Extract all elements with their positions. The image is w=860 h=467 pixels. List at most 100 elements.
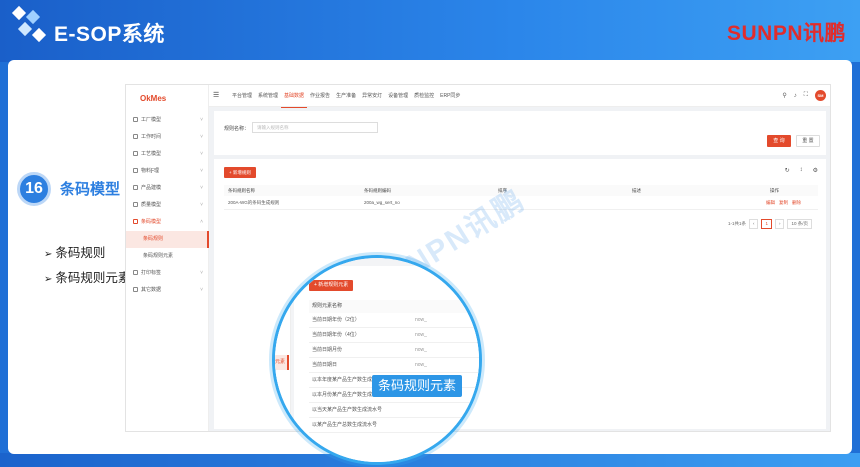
top-nav: ☰ 平台管理 系统管理 基础数据 作业报告 生产准备 异常安灯 设备管理 质检监控 ERP同步 … — [209, 85, 830, 108]
zoom-lens: 元素 + 新增规则元素 规则元素名称 当前日期年份（2位） now_ 当前日期年份（… — [272, 255, 482, 465]
chevron-down-icon: ˅ — [200, 202, 203, 208]
sidebar: OkMes 工厂模型 ˅ 工作时间 ˅ 工艺模型 ˅ 物料Ƒ理 ˅ 产品建模 ˅ 质量模型 ˅ 条码模型… — [126, 85, 209, 431]
chevron-down-icon: ˅ — [200, 185, 203, 191]
fullscreen-icon[interactable]: ⛶ — [804, 92, 808, 99]
copy-link[interactable]: 复制 — [779, 200, 788, 205]
toolbar-icons: ⚲ ♪ ⛶ SM — [782, 90, 826, 101]
bell-icon[interactable]: ♪ — [794, 93, 797, 99]
sidebar-item[interactable]: 质量模型 ˅ — [126, 197, 209, 214]
bullet-item: ➢ 条码规则元素 — [44, 271, 131, 285]
zoom-table-panel: + 新增规则元素 规则元素名称 当前日期年份（2位） now_ 当前日期年份（4位）… — [294, 266, 479, 462]
rule-name-cell: 200A-WG的条码生成规则 — [228, 200, 280, 205]
element-name-cell: 当前日期年份（4位） — [312, 332, 360, 338]
arrow-icon: ➢ — [44, 274, 53, 285]
prev-page-button[interactable]: ‹ — [748, 219, 759, 229]
menu-icon — [133, 202, 138, 208]
add-rule-button[interactable]: + 新增规则 — [224, 167, 256, 178]
nav-tabs: 平台管理 系统管理 基础数据 作业报告 生产准备 异常安灯 设备管理 质检监控 ERP同步 — [229, 85, 463, 108]
next-page-button[interactable]: › — [774, 219, 785, 229]
add-element-button[interactable]: + 新增规则元素 — [309, 280, 354, 291]
sidebar-item[interactable]: 产品建模 ˅ — [126, 180, 209, 197]
sidebar-item[interactable]: 物料Ƒ理 ˅ — [126, 163, 209, 180]
query-button[interactable]: 查 询 — [767, 135, 791, 147]
nav-tab[interactable]: 质检监控 — [411, 85, 437, 108]
column-header: 条码规则编码 — [364, 188, 391, 193]
rule-code-cell: 200a_wg_sert_no — [364, 200, 400, 205]
bullet-list: ➢ 条码规则 ➢ 条码规则元素 — [44, 242, 130, 292]
pagination: 1-1共1条 ‹ 1 › 10 条/页 — [728, 219, 812, 229]
sidebar-item[interactable]: 工艺模型 ˅ — [126, 146, 209, 163]
column-header: 操作 — [770, 188, 779, 193]
menu-icon — [133, 185, 138, 191]
reset-button[interactable]: 重 置 — [796, 135, 820, 147]
sidebar-item[interactable]: 打印标签 ˅ — [126, 265, 209, 282]
chevron-down-icon: ˅ — [200, 287, 203, 293]
menu-toggle-icon[interactable]: ☰ — [213, 91, 219, 99]
diamond-icon — [17, 21, 33, 37]
diamond-icon — [25, 9, 41, 25]
nav-tab[interactable]: 异常安灯 — [359, 85, 385, 108]
column-height-icon[interactable]: ↕ — [800, 167, 803, 174]
menu-icon — [133, 151, 138, 157]
diamond-icon — [11, 5, 27, 21]
table-tools: ↻ ↕ ⚙ — [785, 167, 818, 174]
edit-link[interactable]: 编辑 — [766, 200, 775, 205]
nav-tab[interactable]: ERP同步 — [437, 85, 463, 108]
nav-tab[interactable]: 系统管理 — [255, 85, 281, 108]
step-number-badge: 16 — [17, 172, 51, 206]
nav-tab[interactable]: 生产准备 — [333, 85, 359, 108]
page-button[interactable]: 1 — [761, 219, 772, 229]
sidebar-item[interactable]: 条码模型 ˄ — [126, 214, 209, 231]
zoom-content: 元素 + 新增规则元素 规则元素名称 当前日期年份（2位） now_ 当前日期年份（… — [275, 258, 479, 462]
sidebar-item-label: 打印标签 — [141, 270, 162, 276]
zoom-table-row[interactable]: 当前日期月份 now_ — [309, 343, 479, 358]
element-name-cell: 当前日期月份 — [312, 347, 343, 353]
menu-icon — [133, 117, 138, 123]
zoom-sidebar-active-item: 元素 — [275, 355, 289, 370]
zoom-sidebar: 元素 — [275, 258, 291, 462]
zoom-table-row[interactable]: 当前日期年份（2位） now_ — [309, 313, 479, 328]
delete-link[interactable]: 删除 — [792, 200, 801, 205]
nav-tab[interactable]: 平台管理 — [229, 85, 255, 108]
column-header: 条码规则名称 — [228, 188, 255, 193]
page-title: E-SOP系统 — [54, 23, 165, 46]
sidebar-item-label: 物料Ƒ理 — [141, 168, 160, 174]
page-size-select[interactable]: 10 条/页 — [787, 219, 812, 229]
nav-tab[interactable]: 基础数据 — [281, 85, 308, 108]
zoom-table-row[interactable]: 以当天某产品生产数生成流水号 — [309, 403, 479, 418]
sidebar-item[interactable]: 条码规则 — [126, 231, 209, 248]
search-icon[interactable]: ⚲ — [782, 92, 786, 99]
avatar[interactable]: SM — [815, 90, 826, 101]
sidebar-item-label: 工艺模型 — [141, 151, 162, 157]
sidebar-item[interactable]: 工作时间 ˅ — [126, 129, 209, 146]
sidebar-item[interactable]: 其它数据 ˅ — [126, 282, 209, 299]
element-code-cell: now_ — [415, 347, 427, 353]
menu-icon — [133, 219, 138, 225]
chevron-down-icon: ˅ — [200, 134, 203, 140]
sidebar-item-label: 条码模型 — [141, 219, 162, 225]
column-header: 描述 — [632, 188, 641, 193]
zoom-table-row[interactable]: 当前日期年份（4位） now_ — [309, 328, 479, 343]
chevron-down-icon: ˅ — [200, 168, 203, 174]
sidebar-item-label: 条码规则 — [143, 236, 164, 242]
nav-tab[interactable]: 作业报告 — [307, 85, 333, 108]
nav-tab[interactable]: 设备管理 — [385, 85, 411, 108]
element-code-cell: now_ — [415, 332, 427, 338]
sidebar-menu: 工厂模型 ˅ 工作时间 ˅ 工艺模型 ˅ 物料Ƒ理 ˅ 产品建模 ˅ 质量模型 ˅ 条码模型 ˄ 条码规则条… — [126, 112, 209, 299]
menu-icon — [133, 134, 138, 140]
refresh-icon[interactable]: ↻ — [785, 167, 790, 174]
zoom-table-row[interactable]: 以某产品生产总数生成流水号 — [309, 418, 479, 433]
sidebar-item-label: 工作时间 — [141, 134, 162, 140]
table-header: 条码规则名称 条码规则编码 排序 描述 操作 — [224, 185, 818, 196]
sidebar-item-label: 产品建模 — [141, 185, 162, 191]
menu-icon — [133, 270, 138, 276]
rule-name-input[interactable]: 请输入规则名称 — [252, 122, 378, 133]
sidebar-item[interactable]: 工厂模型 ˅ — [126, 112, 209, 129]
element-name-cell: 当前日期年份（2位） — [312, 317, 360, 323]
chevron-down-icon: ˅ — [200, 117, 203, 123]
zoom-table-row[interactable]: 当前日期日 now_ — [309, 358, 479, 373]
zoom-table-header: 规则元素名称 — [309, 300, 479, 313]
sidebar-item[interactable]: 条码规则元素 — [126, 248, 209, 265]
settings-icon[interactable]: ⚙ — [813, 167, 818, 174]
menu-icon — [133, 287, 138, 293]
